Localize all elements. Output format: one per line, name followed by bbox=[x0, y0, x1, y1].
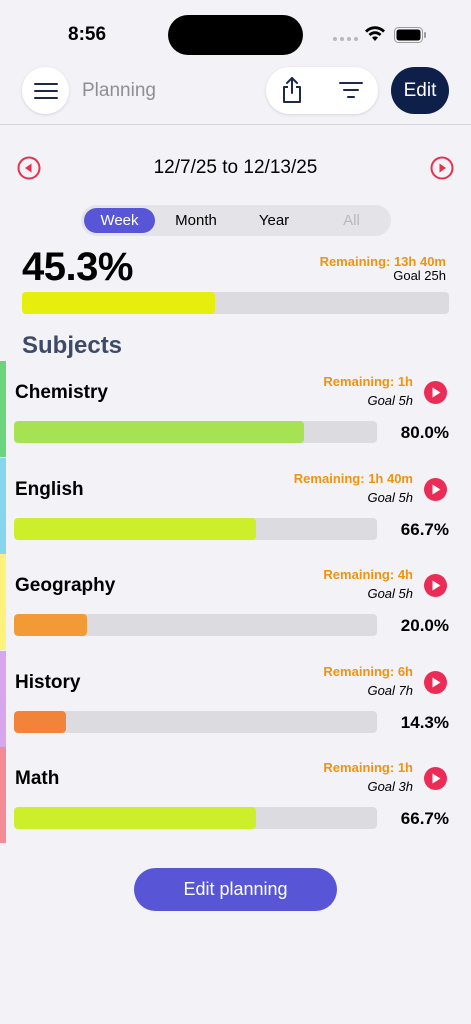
subject-color-stripe bbox=[0, 650, 6, 747]
subject-remaining: Remaining: 1h bbox=[323, 374, 413, 389]
play-button[interactable] bbox=[424, 670, 447, 694]
subject-color-stripe bbox=[0, 554, 6, 650]
overall-remaining: Remaining: 13h 40m bbox=[319, 254, 446, 269]
subject-color-stripe bbox=[0, 457, 6, 554]
menu-icon bbox=[33, 82, 58, 99]
subject-progress-bar bbox=[14, 517, 377, 540]
next-icon[interactable] bbox=[430, 156, 454, 180]
subject-goal: Goal 3h bbox=[367, 779, 413, 794]
period-segmented-control: Week Month Year All bbox=[81, 205, 391, 236]
subject-progress-fill bbox=[14, 517, 257, 540]
play-button[interactable] bbox=[424, 767, 447, 790]
status-bar: 8:56 bbox=[0, 0, 471, 60]
subject-remaining: Remaining: 1h bbox=[323, 760, 413, 775]
subject-remaining: Remaining: 1h 40m bbox=[293, 470, 413, 486]
tab-year[interactable]: Year bbox=[237, 208, 311, 233]
subject-goal: Goal 5h bbox=[367, 393, 413, 408]
subject-progress-bar bbox=[14, 421, 377, 443]
header-divider bbox=[0, 124, 471, 125]
play-icon bbox=[432, 580, 440, 591]
tab-all[interactable]: All bbox=[315, 208, 388, 233]
subject-goal: Goal 7h bbox=[367, 682, 413, 698]
subject-progress-bar bbox=[14, 807, 377, 829]
overall-progress-fill bbox=[22, 292, 216, 314]
overall-goal: Goal 25h bbox=[393, 268, 446, 283]
subject-percent: 80.0% bbox=[400, 423, 449, 442]
overall-progress-bar bbox=[22, 292, 449, 314]
filter-icon[interactable] bbox=[339, 80, 363, 100]
subject-remaining: Remaining: 4h bbox=[323, 567, 413, 582]
subject-progress-fill bbox=[14, 807, 257, 829]
subject-progress-fill bbox=[14, 614, 87, 636]
wifi-icon bbox=[365, 26, 385, 41]
subject-remaining: Remaining: 6h bbox=[323, 663, 413, 679]
play-button[interactable] bbox=[424, 381, 447, 404]
subject-name: Geography bbox=[15, 575, 116, 596]
subject-name: Chemistry bbox=[15, 382, 108, 403]
subject-name: Math bbox=[15, 768, 60, 789]
subject-goal: Goal 5h bbox=[367, 586, 413, 601]
overall-percent: 45.3% bbox=[22, 245, 133, 289]
subject-percent: 14.3% bbox=[400, 712, 449, 732]
subject-row: Math Remaining: 1h Goal 3h 66.7% bbox=[0, 747, 471, 843]
subject-name: English bbox=[15, 478, 84, 500]
subject-row: History Remaining: 6h Goal 7h 14.3% bbox=[0, 650, 471, 747]
play-button[interactable] bbox=[424, 574, 447, 597]
page-title: Planning bbox=[82, 80, 156, 101]
subject-percent: 20.0% bbox=[400, 616, 449, 635]
subject-color-stripe bbox=[0, 361, 6, 457]
menu-button[interactable] bbox=[22, 67, 69, 114]
subject-progress-bar bbox=[14, 614, 377, 636]
subject-color-stripe bbox=[0, 747, 6, 843]
subject-progress-fill bbox=[14, 421, 305, 443]
section-title: Subjects bbox=[22, 332, 123, 359]
signal-icon bbox=[333, 37, 358, 41]
play-icon bbox=[432, 387, 440, 398]
subject-row: Geography Remaining: 4h Goal 5h 20.0% bbox=[0, 554, 471, 650]
tab-week[interactable]: Week bbox=[84, 208, 155, 233]
share-icon[interactable] bbox=[280, 76, 304, 104]
play-icon bbox=[432, 773, 440, 784]
status-time: 8:56 bbox=[68, 24, 107, 45]
subject-goal: Goal 5h bbox=[367, 489, 413, 505]
edit-button[interactable]: Edit bbox=[391, 67, 449, 114]
subject-name: History bbox=[15, 671, 81, 693]
subject-percent: 66.7% bbox=[400, 519, 449, 539]
play-icon bbox=[432, 484, 440, 494]
tab-month[interactable]: Month bbox=[159, 208, 233, 233]
play-icon bbox=[432, 677, 440, 687]
subject-progress-fill bbox=[14, 710, 66, 733]
subject-row: Chemistry Remaining: 1h Goal 5h 80.0% bbox=[0, 361, 471, 457]
subject-percent: 66.7% bbox=[400, 809, 449, 828]
play-button[interactable] bbox=[424, 477, 447, 501]
subject-row: English Remaining: 1h 40m Goal 5h 66.7% bbox=[0, 457, 471, 554]
battery-icon bbox=[394, 27, 426, 43]
date-range: 12/7/25 to 12/13/25 bbox=[153, 157, 318, 178]
dynamic-island bbox=[168, 15, 303, 55]
edit-planning-button[interactable]: Edit planning bbox=[134, 868, 337, 911]
subject-progress-bar bbox=[14, 710, 377, 733]
